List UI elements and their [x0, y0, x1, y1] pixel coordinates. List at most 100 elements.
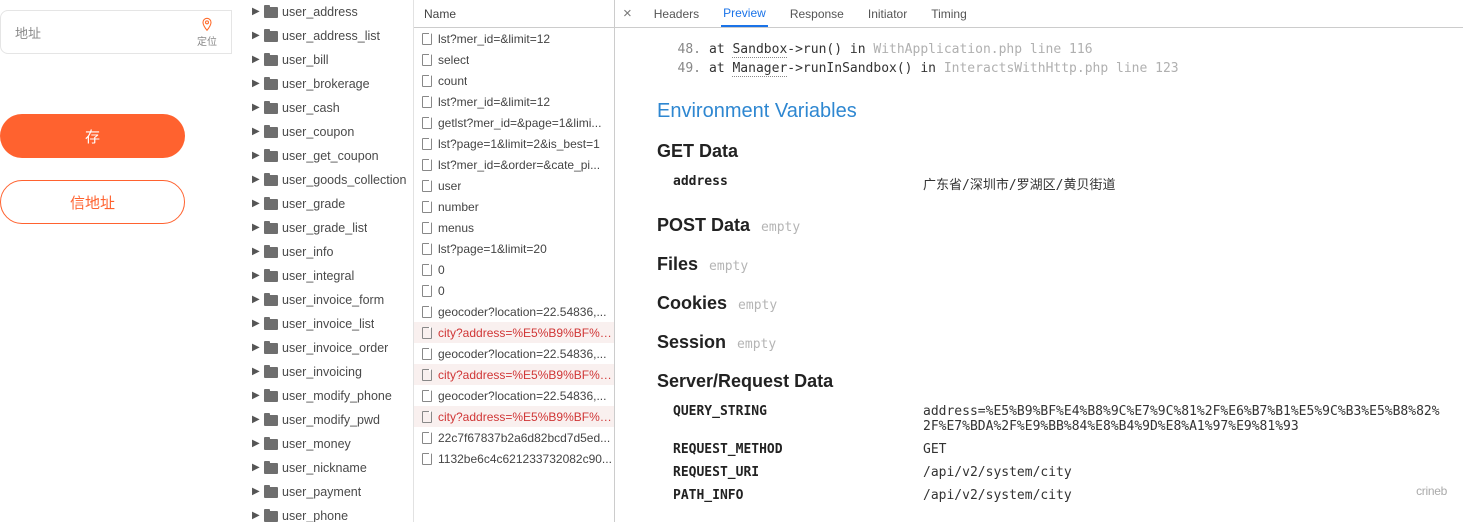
caret-right-icon: ▶	[252, 79, 260, 89]
kv-row: PATH_INFO/api/v2/system/city	[673, 484, 1445, 507]
tree-item[interactable]: ▶ user_coupon	[248, 120, 413, 144]
tree-item-label: user_invoice_order	[282, 341, 388, 355]
tab-preview[interactable]: Preview	[721, 0, 768, 27]
network-request-row[interactable]: 22c7f67837b2a6d82bcd7d5ed...	[414, 427, 614, 448]
tree-item[interactable]: ▶ user_invoice_form	[248, 288, 413, 312]
caret-right-icon: ▶	[252, 487, 260, 497]
tab-initiator[interactable]: Initiator	[866, 0, 909, 27]
network-request-row[interactable]: menus	[414, 217, 614, 238]
request-name: geocoder?location=22.54836,...	[438, 305, 606, 319]
tree-item[interactable]: ▶ user_integral	[248, 264, 413, 288]
tree-item[interactable]: ▶ user_cash	[248, 96, 413, 120]
network-request-row[interactable]: city?address=%E5%B9%BF%E...	[414, 322, 614, 343]
folder-icon	[264, 319, 278, 330]
stack-trace-line: 49. at Manager->runInSandbox() in Intera…	[643, 59, 1445, 78]
network-request-row[interactable]: 1132be6c4c621233732082c90...	[414, 448, 614, 469]
tree-item[interactable]: ▶ user_bill	[248, 48, 413, 72]
tree-item[interactable]: ▶ user_address	[248, 0, 413, 24]
folder-icon	[264, 463, 278, 474]
tree-item[interactable]: ▶ user_goods_collection	[248, 168, 413, 192]
tab-headers[interactable]: Headers	[652, 0, 701, 27]
folder-icon	[264, 439, 278, 450]
document-icon	[422, 348, 432, 360]
request-name: lst?page=1&limit=2&is_best=1	[438, 137, 600, 151]
tree-item-label: user_invoicing	[282, 365, 362, 379]
kv-value: /api/v2/system/city	[923, 465, 1445, 480]
tree-item-label: user_cash	[282, 101, 340, 115]
tree-item[interactable]: ▶ user_brokerage	[248, 72, 413, 96]
network-request-row[interactable]: geocoder?location=22.54836,...	[414, 385, 614, 406]
network-request-row[interactable]: 0	[414, 259, 614, 280]
tree-item[interactable]: ▶ user_get_coupon	[248, 144, 413, 168]
caret-right-icon: ▶	[252, 7, 260, 17]
network-request-row[interactable]: 0	[414, 280, 614, 301]
kv-row: address广东省/深圳市/罗湖区/黄贝街道	[673, 170, 1445, 197]
caret-right-icon: ▶	[252, 343, 260, 353]
network-request-row[interactable]: lst?mer_id=&limit=12	[414, 91, 614, 112]
network-request-row[interactable]: geocoder?location=22.54836,...	[414, 343, 614, 364]
network-request-row[interactable]: number	[414, 196, 614, 217]
tree-item[interactable]: ▶ user_nickname	[248, 456, 413, 480]
tree-item[interactable]: ▶ user_invoice_list	[248, 312, 413, 336]
network-request-row[interactable]: lst?page=1&limit=2&is_best=1	[414, 133, 614, 154]
document-icon	[422, 117, 432, 129]
locate-button[interactable]: 定位	[197, 17, 217, 48]
folder-icon	[264, 271, 278, 282]
network-request-row[interactable]: geocoder?location=22.54836,...	[414, 301, 614, 322]
document-icon	[422, 453, 432, 465]
network-column-header[interactable]: Name	[414, 0, 614, 28]
tree-item[interactable]: ▶ user_invoicing	[248, 360, 413, 384]
request-name: lst?page=1&limit=20	[438, 242, 547, 256]
request-name: lst?mer_id=&limit=12	[438, 32, 550, 46]
tree-item[interactable]: ▶ user_invoice_order	[248, 336, 413, 360]
tree-item-label: user_integral	[282, 269, 354, 283]
tree-item-label: user_payment	[282, 485, 361, 499]
tree-item[interactable]: ▶ user_address_list	[248, 24, 413, 48]
tree-item[interactable]: ▶ user_modify_phone	[248, 384, 413, 408]
tree-item[interactable]: ▶ user_phone	[248, 504, 413, 522]
document-icon	[422, 180, 432, 192]
wechat-address-button[interactable]: 信地址	[0, 180, 185, 224]
network-request-row[interactable]: lst?mer_id=&order=&cate_pi...	[414, 154, 614, 175]
tree-item[interactable]: ▶ user_payment	[248, 480, 413, 504]
tree-item[interactable]: ▶ user_grade	[248, 192, 413, 216]
tree-item[interactable]: ▶ user_money	[248, 432, 413, 456]
address-input-box[interactable]: 地址 定位	[0, 10, 232, 54]
caret-right-icon: ▶	[252, 295, 260, 305]
network-request-row[interactable]: lst?page=1&limit=20	[414, 238, 614, 259]
network-request-row[interactable]: count	[414, 70, 614, 91]
request-name: user	[438, 179, 461, 193]
network-request-row[interactable]: city?address=%E5%B9%BF%E...	[414, 364, 614, 385]
tree-item[interactable]: ▶ user_info	[248, 240, 413, 264]
request-name: city?address=%E5%B9%BF%E...	[438, 326, 614, 340]
stack-trace-line: 48. at Sandbox->run() in WithApplication…	[643, 40, 1445, 59]
request-name: lst?mer_id=&order=&cate_pi...	[438, 158, 600, 172]
request-name: 22c7f67837b2a6d82bcd7d5ed...	[438, 431, 610, 445]
network-request-row[interactable]: select	[414, 49, 614, 70]
server-data-heading: Server/Request Data	[657, 371, 1445, 392]
close-icon[interactable]: ×	[623, 5, 632, 22]
document-icon	[422, 75, 432, 87]
kv-key: REQUEST_URI	[673, 465, 923, 480]
network-request-row[interactable]: lst?mer_id=&limit=12	[414, 28, 614, 49]
caret-right-icon: ▶	[252, 319, 260, 329]
tab-response[interactable]: Response	[788, 0, 846, 27]
request-name: count	[438, 74, 467, 88]
tree-item[interactable]: ▶ user_modify_pwd	[248, 408, 413, 432]
folder-icon	[264, 343, 278, 354]
tree-item-label: user_goods_collection	[282, 173, 406, 187]
document-icon	[422, 432, 432, 444]
cookies-heading: Cookies empty	[657, 293, 1445, 314]
kv-value: GET	[923, 442, 1445, 457]
tab-timing[interactable]: Timing	[929, 0, 969, 27]
tree-item[interactable]: ▶ user_grade_list	[248, 216, 413, 240]
folder-icon	[264, 151, 278, 162]
document-icon	[422, 159, 432, 171]
tree-item-label: user_phone	[282, 509, 348, 522]
watermark: crineb	[1416, 484, 1447, 498]
save-button[interactable]: 存	[0, 114, 185, 158]
network-request-row[interactable]: user	[414, 175, 614, 196]
network-request-row[interactable]: city?address=%E5%B9%BF%E...	[414, 406, 614, 427]
tree-item-label: user_invoice_list	[282, 317, 374, 331]
network-request-row[interactable]: getlst?mer_id=&page=1&limi...	[414, 112, 614, 133]
